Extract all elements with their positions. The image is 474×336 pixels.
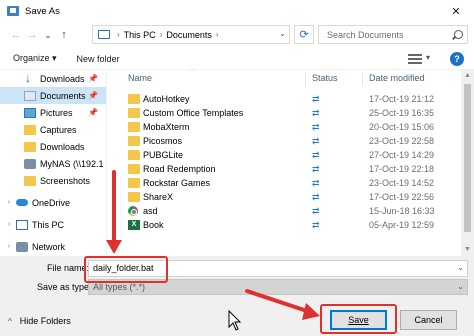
annotation-arrowhead-down: [106, 240, 122, 254]
annotation-arrowhead-right: [302, 303, 320, 320]
mouse-cursor-icon: [228, 310, 242, 331]
annotation-arrow-right: [245, 289, 312, 314]
annotation-arrows: [106, 170, 320, 320]
